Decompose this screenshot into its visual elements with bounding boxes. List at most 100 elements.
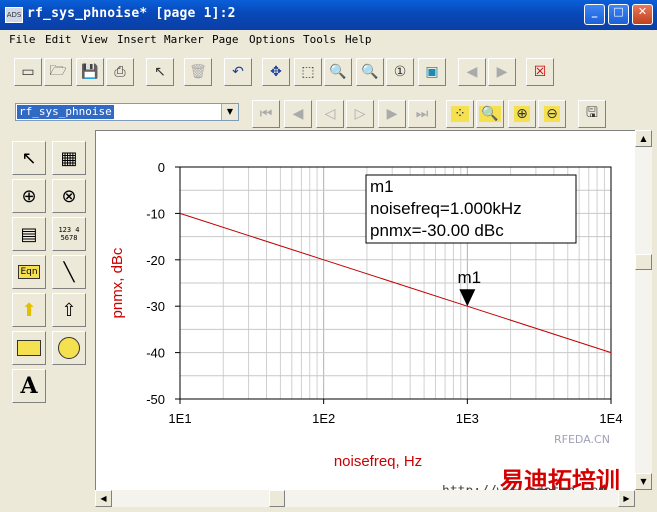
main-toolbar: ▭ 🗁 💾 ⎙ ↖ 🗑 ↶ ✥ ⬚ 🔍 🔍 ① ▣ ◀ ▶ ☒ (0, 52, 657, 88)
smith-chart-icon: ⊗ (61, 185, 77, 207)
y-tick-label: 0 (158, 160, 165, 175)
zoom-out-icon: 🔍 (361, 64, 379, 80)
open-button[interactable]: 🗁 (44, 58, 72, 86)
palette-rect-plot[interactable]: ▦ (52, 141, 86, 175)
undo-icon: ↶ (232, 64, 244, 80)
line-icon: ╲ (63, 261, 75, 283)
back-button[interactable]: ◀ (458, 58, 486, 86)
zoom-in-button[interactable]: 🔍 (324, 58, 352, 86)
move-button[interactable]: ✥ (262, 58, 290, 86)
equation-icon: Eqn (18, 265, 40, 279)
menu-view[interactable]: View (81, 33, 108, 46)
close-button[interactable]: ✕ (632, 4, 653, 25)
forward-button[interactable]: ▶ (488, 58, 516, 86)
horizontal-scroll-thumb[interactable] (269, 490, 285, 507)
zoom-area-button[interactable]: ⬚ (294, 58, 322, 86)
x-tick-label: 1E1 (168, 411, 191, 426)
menu-tools[interactable]: Tools (303, 33, 336, 46)
scroll-down-button[interactable]: ▼ (635, 473, 652, 490)
grid-plot-icon: ▦ (60, 147, 78, 169)
pointer-icon: ↖ (21, 147, 37, 169)
minimize-button[interactable]: _ (584, 4, 605, 25)
palette-ellipse[interactable] (52, 331, 86, 365)
palette-polygon[interactable]: ⇧ (52, 293, 86, 327)
trash-icon: 🗑 (189, 64, 207, 80)
list-icon: 123 4 5678 (58, 226, 80, 242)
next-page-button[interactable]: ▶ (378, 100, 406, 128)
palette-polar-plot[interactable]: ⊕ (12, 179, 46, 213)
polar-plot-icon: ⊕ (21, 185, 37, 207)
ellipse-icon (58, 337, 80, 359)
palette-polyline[interactable]: ⬆ (12, 293, 46, 327)
scroll-up-button[interactable]: ▲ (635, 130, 652, 147)
palette-equation[interactable]: Eqn (12, 255, 46, 289)
palette-rectangle[interactable] (12, 331, 46, 365)
menu-marker[interactable]: Marker (164, 33, 204, 46)
x-tick-label: 1E3 (456, 411, 479, 426)
palette-smith-chart[interactable]: ⊗ (52, 179, 86, 213)
plot-canvas[interactable]: 1E1 1E2 1E3 1E4 0 -10 -20 -30 -40 -50 m1 noisefre… (95, 130, 636, 499)
prev-page-button[interactable]: ◀ (284, 100, 312, 128)
marker-triangle (459, 289, 476, 307)
last-page-button[interactable]: ⏭ (408, 100, 436, 128)
zoom-minus-button[interactable]: ⊖ (538, 100, 566, 128)
palette-list[interactable]: 123 4 5678 (52, 217, 86, 251)
zoom-fit-button[interactable]: ① (386, 58, 414, 86)
new-button[interactable]: ▭ (14, 58, 42, 86)
design-selector-value: rf_sys_phnoise (17, 105, 114, 119)
y-axis-label: pnmx, dBc (109, 247, 126, 318)
menu-file[interactable]: File (9, 33, 36, 46)
zoom-plus-button[interactable]: ⊕ (508, 100, 536, 128)
marker-button[interactable]: ⁘ (446, 100, 474, 128)
marker-icon: ⁘ (451, 106, 469, 122)
palette-line[interactable]: ╲ (52, 255, 86, 289)
menu-insert[interactable]: Insert (117, 33, 157, 46)
undo-button[interactable]: ↶ (224, 58, 252, 86)
menu-help[interactable]: Help (345, 33, 372, 46)
first-page-button[interactable]: ⏮ (252, 100, 280, 128)
window-icon: ▣ (425, 64, 439, 80)
zoom-minus-icon: ⊖ (544, 106, 560, 122)
back-icon: ◀ (466, 64, 478, 80)
last-icon: ⏭ (415, 106, 429, 122)
zoom-out-button[interactable]: 🔍 (356, 58, 384, 86)
design-selector[interactable]: rf_sys_phnoise ▼ (15, 103, 239, 121)
open-folder-icon: 🗁 (49, 63, 67, 79)
delete-button[interactable]: 🗑 (184, 58, 212, 86)
pointer-icon: ↖ (154, 64, 166, 80)
vertical-scroll-thumb[interactable] (635, 254, 652, 270)
stop-button[interactable]: ☒ (526, 58, 554, 86)
scroll-left-button[interactable]: ◀ (95, 490, 112, 507)
zoom-page-button[interactable]: 🔍 (476, 100, 504, 128)
next-step-button[interactable]: ▷ (346, 100, 374, 128)
prev-step-button[interactable]: ◁ (316, 100, 344, 128)
horizontal-scrollbar[interactable]: ◀ ▶ (95, 490, 635, 507)
y-tick-label: -40 (146, 346, 165, 361)
menu-bar: File Edit View Insert Marker Page Option… (0, 30, 657, 50)
menu-edit[interactable]: Edit (45, 33, 72, 46)
select-button[interactable]: ↖ (146, 58, 174, 86)
save-button[interactable]: 💾 (76, 58, 104, 86)
palette-select[interactable]: ↖ (12, 141, 46, 175)
step-forward-icon: ▷ (354, 106, 366, 122)
marker-readout-line-3: pnmx=-30.00 dBc (370, 221, 504, 240)
chevron-down-icon[interactable]: ▼ (221, 104, 238, 120)
vertical-scrollbar[interactable]: ▲ ▼ (635, 130, 652, 490)
page-toolbar: rf_sys_phnoise ▼ ⏮ ◀ ◁ ▷ ▶ ⏭ ⁘ 🔍 ⊕ ⊖ 🖫 (0, 96, 657, 132)
polygon-icon: ⇧ (61, 299, 77, 321)
scroll-right-button[interactable]: ▶ (618, 490, 635, 507)
polygon-filled-icon: ⬆ (21, 299, 37, 321)
save-plot-button[interactable]: 🖫 (578, 100, 606, 128)
zoom-plus-icon: ⊕ (514, 106, 530, 122)
print-button[interactable]: ⎙ (106, 58, 134, 86)
menu-options[interactable]: Options (249, 33, 295, 46)
menu-page[interactable]: Page (212, 33, 239, 46)
maximize-button[interactable]: □ (608, 4, 629, 25)
marker-readout-box: m1 noisefreq=1.000kHz pnmx=-30.00 dBc (365, 174, 577, 244)
palette-stack-plot[interactable]: ▤ (12, 217, 46, 251)
stack-plot-icon: ▤ (20, 223, 38, 245)
window-title: rf_sys_phnoise* [page 1]:2 (27, 6, 236, 21)
window-button[interactable]: ▣ (418, 58, 446, 86)
y-tick-label: -20 (146, 253, 165, 268)
palette-text[interactable]: A (12, 369, 46, 403)
